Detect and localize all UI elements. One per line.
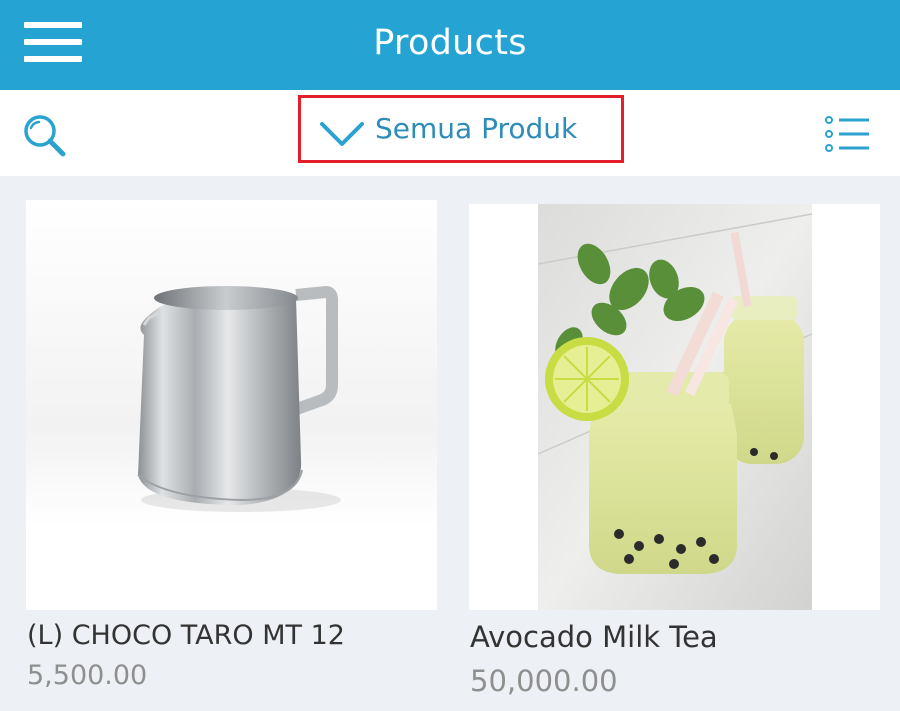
app-bar: Products: [0, 0, 900, 90]
milk-pitcher-image: [26, 200, 437, 525]
page-title: Products: [373, 23, 527, 63]
hamburger-menu-icon[interactable]: [24, 22, 82, 62]
chevron-down-icon: [320, 122, 364, 146]
product-price: 50,000.00: [470, 664, 618, 698]
category-label: Semua Produk: [375, 112, 578, 145]
category-dropdown[interactable]: Semua Produk: [298, 95, 624, 163]
product-price: 5,500.00: [27, 660, 148, 691]
search-icon[interactable]: [20, 112, 68, 158]
list-view-icon[interactable]: [822, 114, 872, 154]
product-card[interactable]: [26, 200, 437, 610]
product-name: Avocado Milk Tea: [470, 620, 718, 654]
product-name: (L) CHOCO TARO MT 12: [27, 620, 345, 651]
avocado-milk-tea-image: [537, 204, 813, 610]
product-card[interactable]: [469, 204, 880, 610]
